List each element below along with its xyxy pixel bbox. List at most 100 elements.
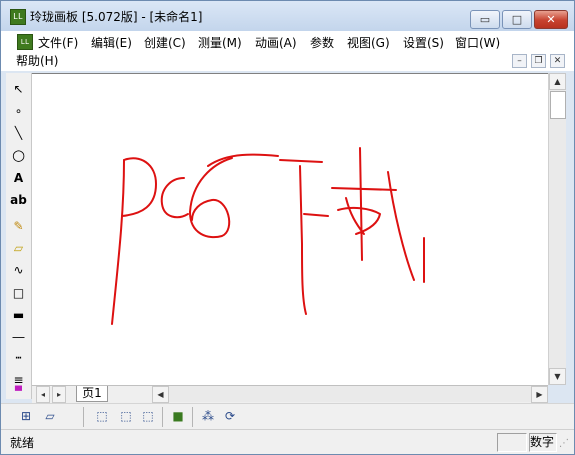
tab-page-1[interactable]: 页1	[76, 386, 108, 402]
page-tab-row: ◂ ▸ 页1 ◀ ▶	[32, 385, 548, 403]
cube-side-button[interactable]: ⬚	[139, 407, 157, 425]
stroke-xia-top	[279, 159, 323, 163]
tool-pencil[interactable]: ✎	[8, 216, 29, 236]
color-palette-icon: ▀	[15, 387, 22, 397]
scroll-right-button[interactable]: ▶	[531, 386, 548, 403]
cube-front-icon: ⬚	[96, 409, 108, 423]
toolbar-separator	[162, 407, 163, 427]
red-strokes	[111, 147, 425, 325]
scroll-down-button[interactable]: ▼	[549, 368, 566, 385]
pencil-tool-icon: ✎	[13, 219, 24, 233]
title-bar[interactable]: LL 玲珑画板 [5.072版] - [未命名1] ▭ □ ✕	[1, 1, 574, 31]
tool-thick-line[interactable]: ▬	[8, 305, 29, 325]
grid-icon: ⊞	[20, 409, 32, 423]
cube-top-icon: ⬚	[120, 409, 132, 423]
eraser-tool-icon: ▱	[13, 241, 24, 255]
axes-icon: ⁂	[202, 409, 214, 423]
dotted-line-icon: ┅	[15, 353, 22, 364]
tool-dotted-line[interactable]: ┅	[8, 349, 29, 369]
stroke-6	[189, 157, 233, 239]
cube-front-button[interactable]: ⬚	[93, 407, 111, 425]
arrow-down-icon: ▼	[554, 372, 561, 381]
vertical-scrollbar[interactable]: ▲ ▼	[548, 73, 566, 385]
minimize-button[interactable]: ▭	[470, 10, 500, 29]
minimize-icon: –	[517, 56, 522, 66]
close-button[interactable]: ✕	[534, 10, 568, 29]
document-icon[interactable]: LL	[17, 34, 33, 50]
menu-animation[interactable]: 动画(A)	[255, 34, 297, 51]
text-tool-icon: A	[13, 171, 24, 185]
scroll-up-button[interactable]: ▲	[549, 73, 566, 90]
app-icon: LL	[10, 9, 26, 25]
maximize-button[interactable]: □	[502, 10, 532, 29]
tool-text[interactable]: A	[8, 168, 29, 188]
toolbar-separator	[83, 407, 84, 427]
scroll-thumb[interactable]	[550, 91, 566, 119]
tab-prev-button[interactable]: ◂	[36, 386, 50, 403]
arrow-right-icon: ▶	[536, 390, 543, 399]
menu-view[interactable]: 视图(G)	[347, 34, 390, 51]
line-tool-icon: ╲	[14, 126, 23, 140]
menu-file[interactable]: 文件(F)	[38, 34, 78, 51]
arrow-pointer-icon: ↖	[13, 82, 24, 96]
stroke-zai-top	[331, 187, 397, 191]
rotate-button[interactable]: ⟳	[221, 407, 239, 425]
restore-icon: ❐	[534, 56, 543, 66]
oblique-grid-button[interactable]: ▱	[41, 407, 59, 425]
mdi-minimize-button[interactable]: –	[512, 54, 527, 68]
axes-button[interactable]: ⁂	[199, 407, 217, 425]
stroke-zai-hook	[387, 171, 415, 281]
fill-color-icon: ■	[172, 409, 184, 423]
menu-edit[interactable]: 编辑(E)	[91, 34, 132, 51]
label-tool-icon: ab	[10, 193, 27, 207]
fill-color-button[interactable]: ■	[169, 407, 187, 425]
mdi-restore-button[interactable]: ❐	[531, 54, 546, 68]
resize-grip-icon[interactable]: ⋰	[559, 438, 569, 449]
thick-line-icon: ▬	[12, 308, 25, 322]
window-title: 玲珑画板 [5.072版] - [未命名1]	[30, 10, 203, 24]
tool-select[interactable]: ↖	[8, 79, 29, 99]
grid-button[interactable]: ⊞	[17, 407, 35, 425]
stroke-c	[160, 177, 189, 219]
tool-thin-line[interactable]: ―	[8, 327, 29, 347]
status-bar: 就绪 数字 ⋰	[1, 429, 574, 454]
menu-measure[interactable]: 测量(M)	[198, 34, 242, 51]
status-pane-empty	[497, 433, 527, 452]
app-window: LL 玲珑画板 [5.072版] - [未命名1] ▭ □ ✕ LL 文件(F)…	[0, 0, 575, 455]
point-tool-icon: ∘	[14, 104, 23, 118]
tool-eraser[interactable]: ▱	[8, 238, 29, 258]
menu-create[interactable]: 创建(C)	[144, 34, 186, 51]
tool-label[interactable]: ab	[8, 190, 29, 210]
menu-window[interactable]: 窗口(W)	[455, 34, 500, 51]
tool-line[interactable]: ╲	[8, 123, 29, 143]
stroke-zai-vert	[359, 147, 363, 261]
stroke-xia-stem	[299, 165, 307, 315]
tool-curve[interactable]: ∿	[8, 260, 29, 280]
stroke-p-stem	[111, 159, 125, 325]
close-icon: ✕	[546, 13, 556, 26]
drawing-canvas[interactable]	[32, 73, 548, 386]
toolbar-separator	[192, 407, 193, 427]
stroke-p-bowl	[121, 157, 157, 217]
thin-line-icon: ―	[12, 330, 25, 344]
close-icon: ✕	[553, 56, 562, 66]
bottom-toolbar: ⊞ ▱ ⬚ ⬚ ⬚ ■ ⁂ ⟳	[1, 403, 574, 430]
rectangle-tool-icon: □	[12, 286, 25, 300]
tool-color[interactable]: ▀	[8, 387, 29, 397]
horizontal-scrollbar[interactable]: ◀ ▶	[152, 386, 548, 403]
multi-line-icon: ≡	[13, 373, 24, 387]
cube-top-button[interactable]: ⬚	[117, 407, 135, 425]
menu-params[interactable]: 参数	[310, 34, 334, 51]
circle-tool-icon: ○	[11, 146, 26, 164]
menu-settings[interactable]: 设置(S)	[403, 34, 444, 51]
tool-circle[interactable]: ○	[8, 145, 29, 165]
rotate-icon: ⟳	[224, 409, 236, 423]
mdi-close-button[interactable]: ✕	[550, 54, 565, 68]
tab-next-button[interactable]: ▸	[52, 386, 66, 403]
tool-point[interactable]: ∘	[8, 101, 29, 121]
minimize-icon: ▭	[479, 13, 491, 26]
scroll-left-button[interactable]: ◀	[152, 386, 169, 403]
stroke-zai-box	[337, 206, 381, 235]
tool-rectangle[interactable]: □	[8, 283, 29, 303]
menu-help[interactable]: 帮助(H)	[16, 52, 58, 69]
